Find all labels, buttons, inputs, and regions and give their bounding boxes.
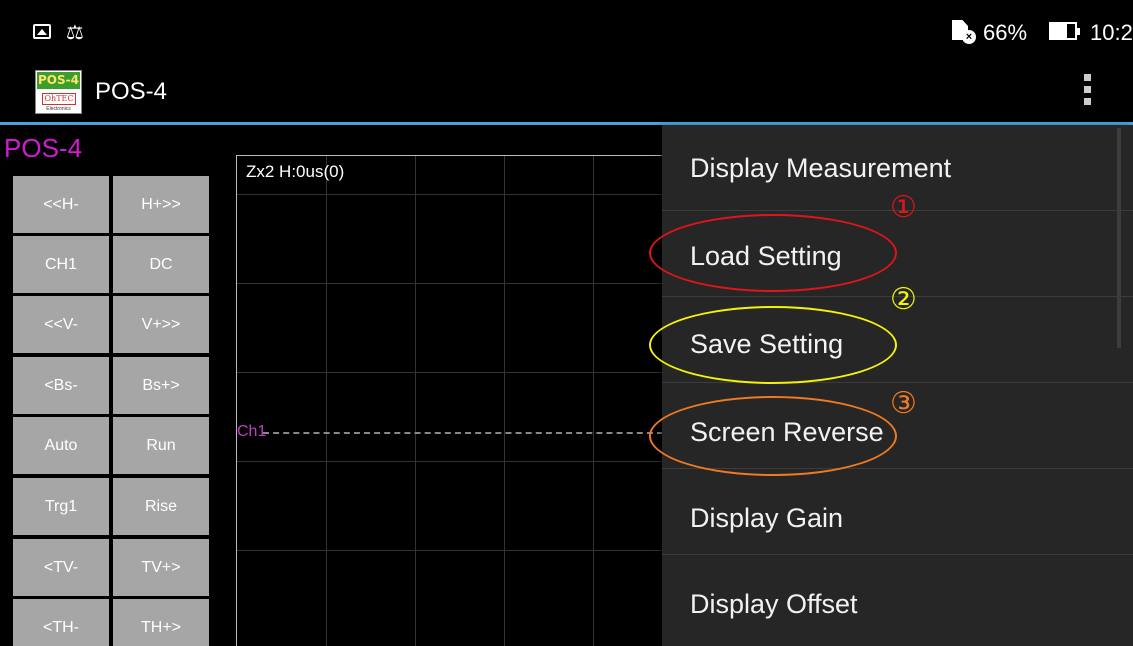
control-button[interactable]: H+>>	[113, 176, 209, 233]
app-title: POS-4	[95, 78, 168, 105]
menu-item-display-offset[interactable]: Display Offset	[662, 555, 1133, 641]
control-button[interactable]: Auto	[13, 417, 109, 474]
control-button[interactable]: <<H-	[13, 176, 109, 233]
control-button[interactable]: <<V-	[13, 296, 109, 353]
annotation-number-1: ①	[890, 190, 917, 225]
control-button[interactable]: V+>>	[113, 296, 209, 353]
menu-scrollbar[interactable]	[1117, 128, 1121, 348]
grid-line-vertical	[593, 156, 594, 646]
menu-item-display-gain[interactable]: Display Gain	[662, 469, 1133, 555]
more-vert-icon[interactable]	[1080, 74, 1094, 110]
channel-label: Ch1	[237, 423, 267, 440]
control-button[interactable]: <TV-	[13, 539, 109, 596]
control-button[interactable]: <Bs-	[13, 357, 109, 414]
status-bar: ⚖ × 66% 10:22	[0, 0, 1133, 62]
annotation-ellipse-yellow	[649, 306, 897, 384]
sim-error-icon: ×	[962, 30, 976, 44]
menu-item-label: Display Gain	[690, 503, 844, 533]
control-button[interactable]: TV+>	[113, 539, 209, 596]
control-button[interactable]: Run	[113, 417, 209, 474]
control-button[interactable]: TH+>	[113, 599, 209, 646]
control-button[interactable]: Rise	[113, 478, 209, 535]
panel-title: POS-4	[4, 133, 83, 163]
scale-icon: ⚖	[66, 20, 84, 44]
annotation-number-2: ②	[890, 282, 917, 317]
image-icon	[33, 24, 51, 39]
annotation-ellipse-orange	[649, 396, 897, 476]
control-button[interactable]: Bs+>	[113, 357, 209, 414]
signal-trace	[263, 432, 663, 434]
grid-line-vertical	[415, 156, 416, 646]
logo-brand: OhTEC	[42, 93, 76, 105]
control-button[interactable]: Trg1	[13, 478, 109, 535]
grid-line-vertical	[504, 156, 505, 646]
logo-text: POS-4	[37, 72, 80, 89]
annotation-number-3: ③	[890, 386, 917, 421]
annotation-ellipse-red	[649, 214, 897, 292]
clock: 10:22	[1090, 20, 1133, 45]
scope-info: Zx2 H:0us(0)	[246, 162, 345, 181]
app-bar	[0, 62, 1133, 122]
app-logo: POS-4 OhTEC Electronics	[35, 70, 82, 114]
control-button[interactable]: CH1	[13, 236, 109, 293]
menu-item-label: Display Measurement	[690, 153, 952, 183]
control-button[interactable]: <TH-	[13, 599, 109, 646]
battery-icon	[1049, 22, 1077, 40]
battery-tip	[1077, 28, 1080, 35]
grid-line-vertical	[326, 156, 327, 646]
control-button[interactable]: DC	[113, 236, 209, 293]
battery-fill	[1051, 24, 1067, 38]
logo-subtext: Electronics	[46, 106, 71, 112]
menu-item-label: Display Offset	[690, 589, 858, 619]
battery-percent: 66%	[983, 20, 1028, 45]
